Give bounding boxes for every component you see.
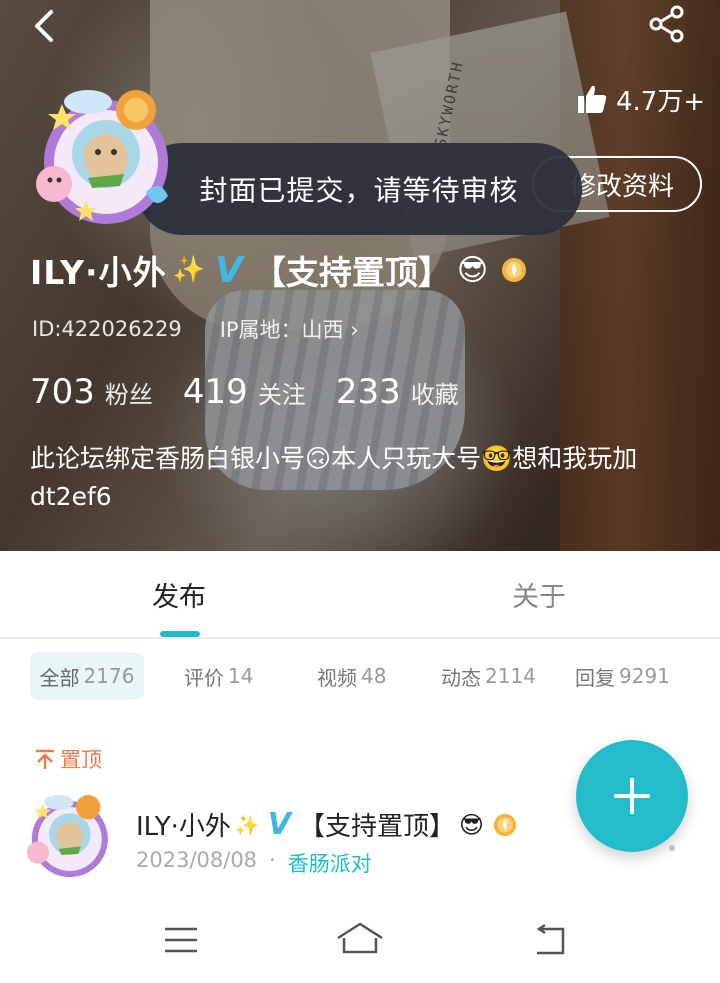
create-post-button[interactable] xyxy=(576,740,688,852)
profile-meta-row: ID:422026229 IP属地：山西 › xyxy=(32,314,359,344)
stat-following[interactable]: 419 关注 xyxy=(183,372,306,412)
home-icon xyxy=(337,922,383,954)
nav-menu-button[interactable] xyxy=(156,918,206,962)
filter-moments[interactable]: 动态 2114 xyxy=(441,652,536,700)
stat-label: 关注 xyxy=(257,381,306,409)
sunglasses-emoji-icon: 😎 xyxy=(456,252,489,288)
filter-label: 视频 xyxy=(317,665,357,690)
tab-publish[interactable]: 发布 xyxy=(152,551,206,637)
chevron-left-icon xyxy=(35,10,53,42)
stat-followers[interactable]: 703 粉丝 xyxy=(30,372,153,412)
share-button[interactable] xyxy=(642,0,692,48)
post-date: 2023/08/08 xyxy=(136,848,258,872)
filter-label: 评价 xyxy=(184,665,224,690)
post-forum-link[interactable]: 香肠派对 xyxy=(288,848,372,878)
share-icon xyxy=(649,5,684,43)
meta-separator: · xyxy=(269,848,276,872)
plus-icon xyxy=(614,778,650,814)
profile-name: ILY·小外 xyxy=(30,253,167,292)
post-author-row: ILY·小外 ✨ V 【支持置顶】 😎 xyxy=(136,806,518,843)
tab-about[interactable]: 关于 xyxy=(512,551,566,637)
sparkles-icon: ✨ xyxy=(234,812,260,837)
nav-home-button[interactable] xyxy=(335,918,385,962)
profile-bio: 此论坛绑定香肠白银小号🙃本人只玩大号🤓想和我玩加dt2ef6 xyxy=(30,444,638,511)
likes-counter[interactable]: 4.7万+ xyxy=(576,80,705,118)
filter-count: 14 xyxy=(228,664,254,688)
system-nav-bar xyxy=(0,900,720,983)
profile-stats: 703 粉丝 419 关注 233 收藏 xyxy=(30,372,489,412)
pinned-label: 置顶 xyxy=(34,744,102,774)
thumbs-up-icon xyxy=(578,85,607,113)
level-badge-icon xyxy=(493,813,517,836)
filter-reviews[interactable]: 评价 14 xyxy=(184,652,253,700)
back-button[interactable] xyxy=(22,4,66,48)
filter-count: 48 xyxy=(361,664,387,688)
filter-count: 2114 xyxy=(485,664,536,688)
avatar[interactable] xyxy=(28,82,178,232)
user-id: ID:422026229 xyxy=(32,317,182,341)
filter-label: 全部 xyxy=(39,665,80,690)
sunglasses-emoji-icon: 😎 xyxy=(459,810,485,839)
verified-v-icon: V xyxy=(214,249,243,291)
level-badge-icon xyxy=(502,258,527,282)
stat-number: 703 xyxy=(30,372,95,412)
stat-favorites[interactable]: 233 收藏 xyxy=(336,372,459,412)
profile-tabs: 发布 关于 xyxy=(0,551,720,639)
sparkles-icon: ✨ xyxy=(172,255,205,285)
verified-v-icon: V xyxy=(267,807,291,842)
filter-chips: 全部 2176 评价 14 视频 48 动态 2114 回复 9291 xyxy=(0,652,720,702)
post-author-tag: 【支持置顶】 xyxy=(298,812,455,842)
likes-count: 4.7万+ xyxy=(616,86,706,117)
profile-tag: 【支持置顶】 xyxy=(252,253,451,292)
filter-label: 回复 xyxy=(575,665,615,690)
filter-all[interactable]: 全部 2176 xyxy=(30,652,144,700)
menu-icon xyxy=(165,927,197,953)
stat-number: 233 xyxy=(335,372,401,412)
avatar-frame-icon xyxy=(36,90,168,224)
tab-active-indicator xyxy=(160,631,200,637)
post-meta: 2023/08/08 · 香肠派对 xyxy=(136,848,372,878)
pin-top-icon xyxy=(36,749,54,769)
profile-name-row: ILY·小外 ✨ V 【支持置顶】 😎 xyxy=(30,242,528,298)
stat-label: 收藏 xyxy=(410,381,459,409)
back-icon xyxy=(536,923,565,955)
stat-label: 粉丝 xyxy=(104,381,153,409)
stat-number: 419 xyxy=(182,372,248,412)
nav-back-button[interactable] xyxy=(524,918,574,962)
filter-videos[interactable]: 视频 48 xyxy=(317,652,386,700)
ip-location-link[interactable]: IP属地：山西 › xyxy=(220,314,359,344)
toast-message: 封面已提交，请等待审核 xyxy=(136,143,582,235)
post-author-name: ILY·小外 xyxy=(136,812,231,842)
filter-count: 2176 xyxy=(83,664,135,688)
post-avatar[interactable] xyxy=(22,790,114,882)
filter-replies[interactable]: 回复 9291 xyxy=(575,652,670,700)
pinned-text: 置顶 xyxy=(60,748,102,772)
filter-count: 9291 xyxy=(619,664,670,688)
avatar-frame-icon xyxy=(26,794,108,878)
filter-label: 动态 xyxy=(441,665,481,690)
